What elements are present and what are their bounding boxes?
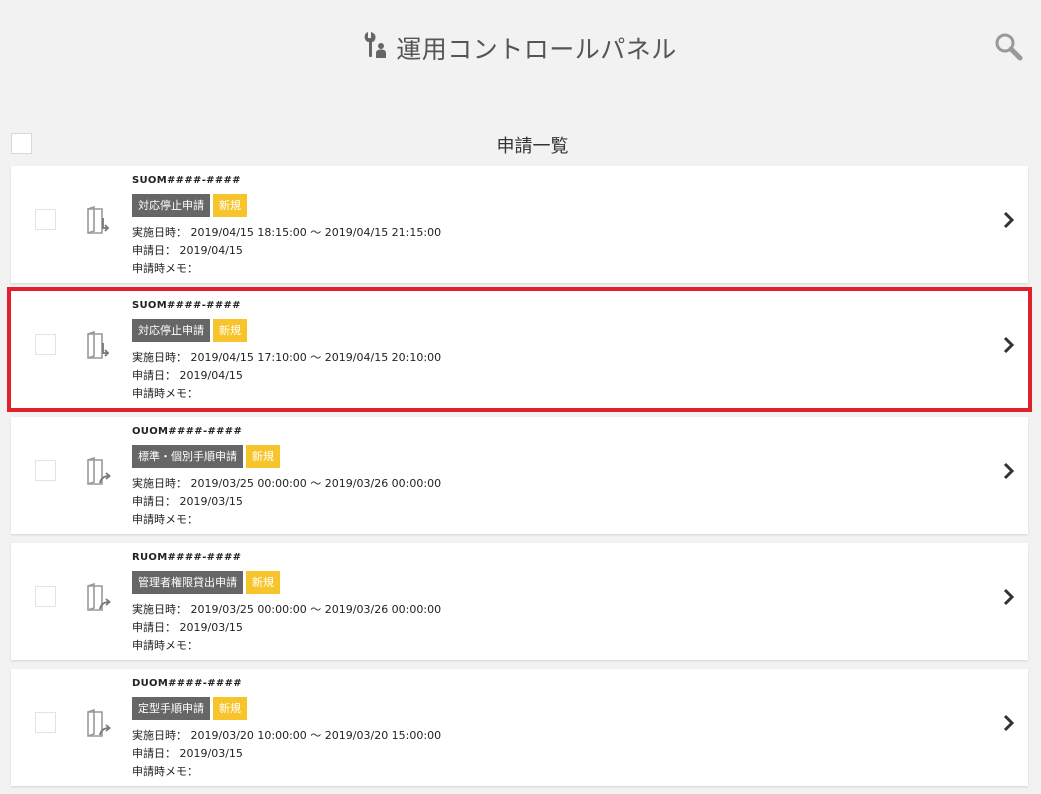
chevron-right-icon[interactable] xyxy=(1002,335,1016,355)
application-memo: 申請時メモ： xyxy=(132,513,198,526)
chevron-right-icon[interactable] xyxy=(1002,461,1016,481)
search-icon xyxy=(995,33,1023,61)
tools-icon xyxy=(364,31,388,59)
execution-datetime: 実施日時： 2019/03/25 00:00:00 ～ 2019/03/26 0… xyxy=(132,603,442,616)
status-badge: 新規 xyxy=(213,319,247,342)
status-badge: 新規 xyxy=(246,445,280,468)
application-memo: 申請時メモ： xyxy=(132,387,198,400)
item-checkbox[interactable] xyxy=(35,334,56,355)
application-type-badge: 標準・個別手順申請 xyxy=(132,445,243,468)
application-date: 申請日： 2019/03/15 xyxy=(132,747,243,760)
execution-datetime: 実施日時： 2019/03/20 10:00:00 ～ 2019/03/20 1… xyxy=(132,729,442,742)
application-code: SUOM####-#### xyxy=(132,175,241,186)
list-header: 申請一覧 xyxy=(0,128,1041,160)
execution-datetime: 実施日時： 2019/04/15 18:15:00 ～ 2019/04/15 2… xyxy=(132,226,442,239)
chevron-right-icon[interactable] xyxy=(1002,210,1016,230)
application-type-badge: 管理者権限貸出申請 xyxy=(132,571,243,594)
document-forward-icon xyxy=(85,708,113,739)
tag-group: 対応停止申請 新規 xyxy=(132,194,247,217)
application-card[interactable]: RUOM####-#### 管理者権限貸出申請 新規 実施日時： 2019/03… xyxy=(11,543,1028,660)
chevron-right-icon[interactable] xyxy=(1002,587,1016,607)
chevron-right-icon[interactable] xyxy=(1002,713,1016,733)
application-card[interactable]: SUOM####-#### 対応停止申請 新規 実施日時： 2019/04/15… xyxy=(7,287,1032,412)
search-button[interactable] xyxy=(994,32,1024,62)
application-code: OUOM####-#### xyxy=(132,426,243,437)
item-checkbox[interactable] xyxy=(35,712,56,733)
status-badge: 新規 xyxy=(246,571,280,594)
application-card[interactable]: OUOM####-#### 標準・個別手順申請 新規 実施日時： 2019/03… xyxy=(11,417,1028,534)
status-badge: 新規 xyxy=(213,194,247,217)
application-type-badge: 対応停止申請 xyxy=(132,194,210,217)
application-date: 申請日： 2019/04/15 xyxy=(132,244,243,257)
execution-datetime: 実施日時： 2019/03/25 00:00:00 ～ 2019/03/26 0… xyxy=(132,477,442,490)
tag-group: 定型手順申請 新規 xyxy=(132,697,247,720)
item-checkbox[interactable] xyxy=(35,209,56,230)
application-code: SUOM####-#### xyxy=(132,300,241,311)
document-forward-icon xyxy=(85,456,113,487)
application-memo: 申請時メモ： xyxy=(132,262,198,275)
document-forward-icon xyxy=(85,582,113,613)
tag-group: 標準・個別手順申請 新規 xyxy=(132,445,280,468)
document-return-icon xyxy=(85,330,113,361)
application-card[interactable]: DUOM####-#### 定型手順申請 新規 実施日時： 2019/03/20… xyxy=(11,669,1028,786)
application-type-badge: 定型手順申請 xyxy=(132,697,210,720)
application-code: RUOM####-#### xyxy=(132,552,242,563)
application-date: 申請日： 2019/04/15 xyxy=(132,369,243,382)
application-memo: 申請時メモ： xyxy=(132,639,198,652)
application-memo: 申請時メモ： xyxy=(132,765,198,778)
application-date: 申請日： 2019/03/15 xyxy=(132,495,243,508)
status-badge: 新規 xyxy=(213,697,247,720)
item-checkbox[interactable] xyxy=(35,586,56,607)
app-header: 運用コントロールパネル xyxy=(0,0,1041,95)
tag-group: 対応停止申請 新規 xyxy=(132,319,247,342)
page-title: 運用コントロールパネル xyxy=(0,30,1041,66)
application-card[interactable]: SUOM####-#### 対応停止申請 新規 実施日時： 2019/04/15… xyxy=(11,166,1028,283)
document-return-icon xyxy=(85,205,113,236)
execution-datetime: 実施日時： 2019/04/15 17:10:00 ～ 2019/04/15 2… xyxy=(132,351,442,364)
page-title-text: 運用コントロールパネル xyxy=(396,35,677,64)
list-title: 申請一覧 xyxy=(496,136,569,157)
application-date: 申請日： 2019/03/15 xyxy=(132,621,243,634)
application-type-badge: 対応停止申請 xyxy=(132,319,210,342)
application-code: DUOM####-#### xyxy=(132,678,242,689)
item-checkbox[interactable] xyxy=(35,460,56,481)
tag-group: 管理者権限貸出申請 新規 xyxy=(132,571,280,594)
